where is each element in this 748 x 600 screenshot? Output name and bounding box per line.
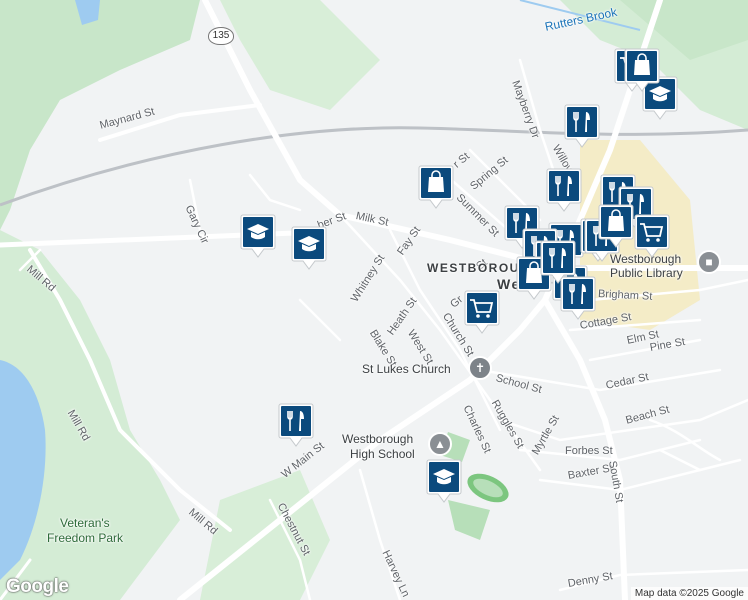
high-school-label-line2[interactable]: High School [350, 447, 415, 461]
school-icon [291, 226, 327, 270]
library-label-line2[interactable]: Public Library [610, 266, 683, 280]
school-icon [240, 214, 276, 258]
restaurant-marker[interactable] [278, 403, 314, 447]
grocery-cart-marker[interactable] [464, 290, 500, 334]
restaurant-icon [540, 240, 576, 284]
google-logo[interactable]: Google [6, 576, 69, 598]
school-poi-icon[interactable]: ▲ [428, 432, 452, 456]
shopping-bag-marker[interactable] [598, 204, 634, 248]
library-icon[interactable]: ■ [697, 250, 721, 274]
shopping-bag-icon [624, 48, 660, 92]
shopping-bag-marker[interactable] [624, 48, 660, 92]
route-135-shield: 135 [208, 27, 234, 45]
shopping-bag-icon [418, 165, 454, 209]
grocery-cart-marker[interactable] [634, 214, 670, 258]
grocery-cart-icon [634, 214, 670, 258]
high-school-label-line1[interactable]: Westborough [342, 432, 413, 446]
street-label: Forbes St [565, 445, 613, 457]
grocery-cart-icon [464, 290, 500, 334]
restaurant-icon [564, 104, 600, 148]
school-marker[interactable] [291, 226, 327, 270]
restaurant-marker[interactable] [540, 240, 576, 284]
restaurant-icon [546, 168, 582, 212]
town-label: WESTBOROU [427, 261, 520, 275]
school-marker[interactable] [240, 214, 276, 258]
map-attribution[interactable]: Map data ©2025 Google [630, 587, 748, 600]
restaurant-marker[interactable] [546, 168, 582, 212]
restaurant-icon [278, 403, 314, 447]
church-label[interactable]: St Lukes Church [362, 362, 451, 376]
school-icon [426, 459, 462, 503]
park-label-line2[interactable]: Freedom Park [47, 531, 123, 545]
school-marker[interactable] [426, 459, 462, 503]
map-view[interactable]: 135 Maynard St Gary Cir Mill Rd Mill Rd … [0, 0, 748, 600]
restaurant-marker[interactable] [564, 104, 600, 148]
park-label-line1[interactable]: Veteran's [60, 516, 110, 530]
church-icon[interactable]: ✝ [468, 356, 492, 380]
shopping-bag-marker[interactable] [418, 165, 454, 209]
shopping-bag-icon [598, 204, 634, 248]
